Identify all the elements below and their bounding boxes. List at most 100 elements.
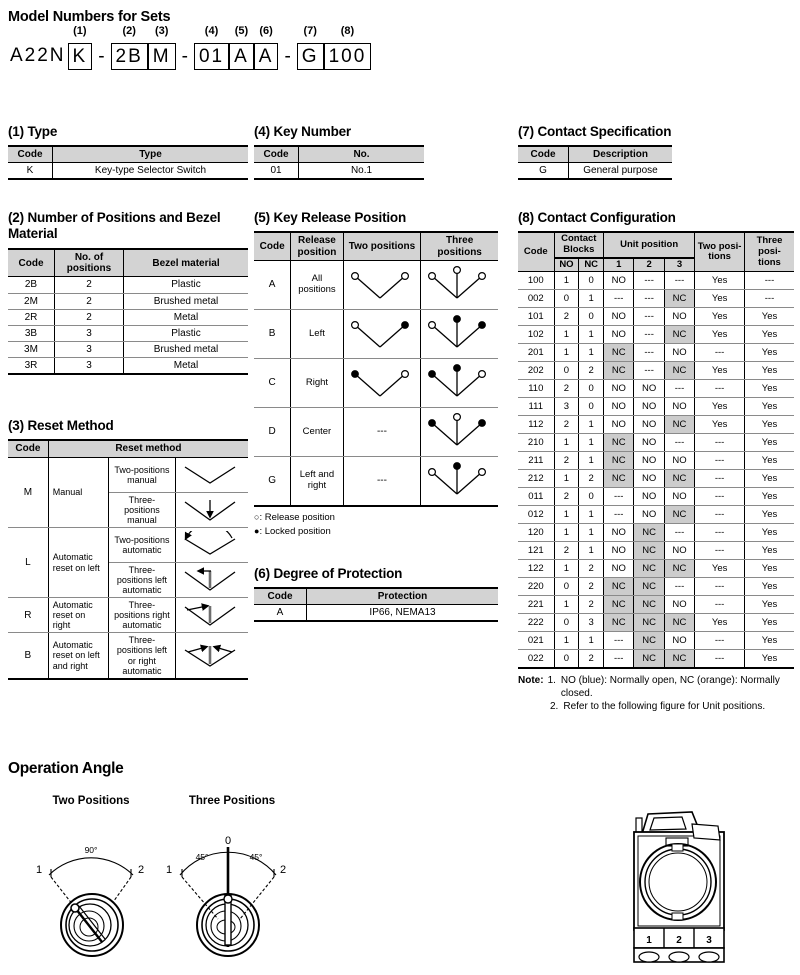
- cc-two-positions: Yes: [694, 325, 745, 345]
- cc-unit-3: ---: [663, 577, 696, 597]
- table-row: A IP66, NEMA13: [254, 604, 498, 623]
- section-contactspec-title: (7) Contact Specification: [518, 124, 672, 139]
- cc-no-count: 2: [553, 541, 580, 561]
- cc-unit-1: NO: [603, 397, 635, 417]
- cc-nc-count: 2: [578, 595, 605, 615]
- cc-three-positions: Yes: [744, 505, 794, 525]
- cc-three-positions: Yes: [744, 577, 794, 597]
- pos-material: Plastic: [123, 324, 248, 343]
- type-th-code: Code: [8, 145, 53, 164]
- reset-desc: Three-positions left automatic: [107, 561, 176, 599]
- cc-th-no: NO: [553, 256, 580, 273]
- cc-th-nc: NC: [578, 256, 605, 273]
- cc-th-u3: 3: [663, 256, 696, 273]
- krp-code: G: [254, 455, 292, 507]
- prot-code: A: [254, 604, 307, 623]
- svg-text:2: 2: [280, 864, 286, 876]
- cc-code: 012: [518, 505, 555, 525]
- cc-code: 212: [518, 469, 555, 489]
- cc-th-u2: 2: [633, 256, 665, 273]
- reset-desc: Three-positions left or right automatic: [107, 632, 176, 680]
- pos-count: 3: [54, 357, 124, 376]
- cc-three-positions: Yes: [744, 397, 794, 417]
- cc-unit-2: NO: [633, 505, 665, 525]
- cc-unit-3: ---: [663, 523, 696, 543]
- pos-material: Metal: [123, 308, 248, 326]
- section-contactconfig-title: (8) Contact Configuration: [518, 210, 676, 225]
- cc-code: 100: [518, 271, 555, 291]
- cc-unit-2: ---: [633, 289, 665, 309]
- cc-unit-3: NC: [663, 649, 696, 670]
- reset-method-table: Code Reset method M Manual Two-positions m…: [8, 439, 248, 680]
- reset-code: L: [8, 526, 49, 599]
- table-row: 122 1 2 NO NC NC Yes Yes: [518, 559, 794, 579]
- cc-code: 221: [518, 595, 555, 615]
- cc-code: 110: [518, 379, 555, 399]
- cc-two-positions: ---: [694, 523, 745, 543]
- cc-three-positions: Yes: [744, 379, 794, 399]
- unit-position-figure: 1 2 3: [614, 800, 744, 970]
- reset-desc: Three-positions right automatic: [107, 597, 176, 634]
- table-row: 3M 3 Brushed metal: [8, 341, 248, 359]
- cc-code: 002: [518, 289, 555, 309]
- cc-three-positions: Yes: [744, 613, 794, 633]
- cc-th-two: Two posi-tions: [694, 231, 745, 273]
- oa-three-label: Three Positions: [188, 795, 276, 807]
- krp-two-position-diagram: ---: [342, 406, 422, 457]
- model-part-4: 01 (4): [193, 25, 230, 70]
- cc-unit-2: NC: [633, 649, 665, 670]
- krp-three-position-diagram: [420, 259, 498, 310]
- cc-nc-count: 1: [578, 343, 605, 363]
- krp-code: A: [254, 259, 292, 310]
- cc-two-positions: ---: [694, 433, 745, 453]
- reset-diagram-three-pos-right-auto: [174, 597, 248, 634]
- model-part-tag: (3): [154, 25, 169, 37]
- cc-three-positions: Yes: [744, 649, 794, 670]
- cc-unit-3: NO: [663, 397, 696, 417]
- cc-code: 112: [518, 415, 555, 435]
- krp-two-position-diagram: [342, 357, 422, 408]
- pos-code: 3M: [8, 341, 55, 359]
- cc-unit-3: NC: [663, 559, 696, 579]
- table-row: 3R 3 Metal: [8, 357, 248, 376]
- cc-unit-3: NO: [663, 541, 696, 561]
- cc-unit-1: ---: [603, 505, 635, 525]
- pos-code: 2B: [8, 276, 55, 294]
- section-keynumber: (4) Key Number Code No. 01 No.1: [254, 124, 424, 181]
- cc-unit-1: NC: [603, 343, 635, 363]
- model-separator: -: [98, 46, 105, 67]
- model-separator: -: [284, 46, 291, 67]
- cc-unit-2: NO: [633, 487, 665, 507]
- cc-unit-3: NO: [663, 343, 696, 363]
- cc-three-positions: Yes: [744, 343, 794, 363]
- cc-unit-1: NC: [603, 451, 635, 471]
- table-row: 221 1 2 NC NC NO --- Yes: [518, 595, 794, 615]
- cc-unit-3: NO: [663, 631, 696, 651]
- pos-count: 3: [54, 341, 124, 359]
- model-part-tag: (8): [340, 25, 355, 37]
- note-label: Note:: [518, 675, 544, 687]
- note-line-1: Note: 1. NO (blue): Normally open, NC (o…: [518, 674, 796, 700]
- cc-unit-3: NO: [663, 451, 696, 471]
- model-part-5: A (5): [229, 25, 254, 70]
- model-part-7: G (7): [296, 25, 324, 70]
- operation-angle-two: Two Positions 90° 1 2: [16, 795, 166, 957]
- cc-unit-1: NO: [603, 271, 635, 291]
- key-release-legend: ○: Release position ●: Locked position: [254, 511, 498, 539]
- type-value: Key-type Selector Switch: [52, 162, 248, 181]
- cc-nc-count: 0: [578, 307, 605, 327]
- cc-unit-3: ---: [663, 379, 696, 399]
- cc-no-count: 1: [553, 469, 580, 489]
- cc-no-count: 2: [553, 415, 580, 435]
- table-row: 210 1 1 NC NO --- --- Yes: [518, 433, 794, 453]
- cspec-th-desc: Description: [568, 145, 672, 164]
- table-row: 222 0 3 NC NC NC Yes Yes: [518, 613, 794, 633]
- cc-code: 211: [518, 451, 555, 471]
- table-row: 110 2 0 NO NO --- --- Yes: [518, 379, 794, 399]
- cc-unit-1: NO: [603, 325, 635, 345]
- cc-nc-count: 1: [578, 505, 605, 525]
- cc-nc-count: 2: [578, 577, 605, 597]
- cc-nc-count: 2: [578, 649, 605, 670]
- cc-nc-count: 1: [578, 325, 605, 345]
- cc-unit-2: ---: [633, 325, 665, 345]
